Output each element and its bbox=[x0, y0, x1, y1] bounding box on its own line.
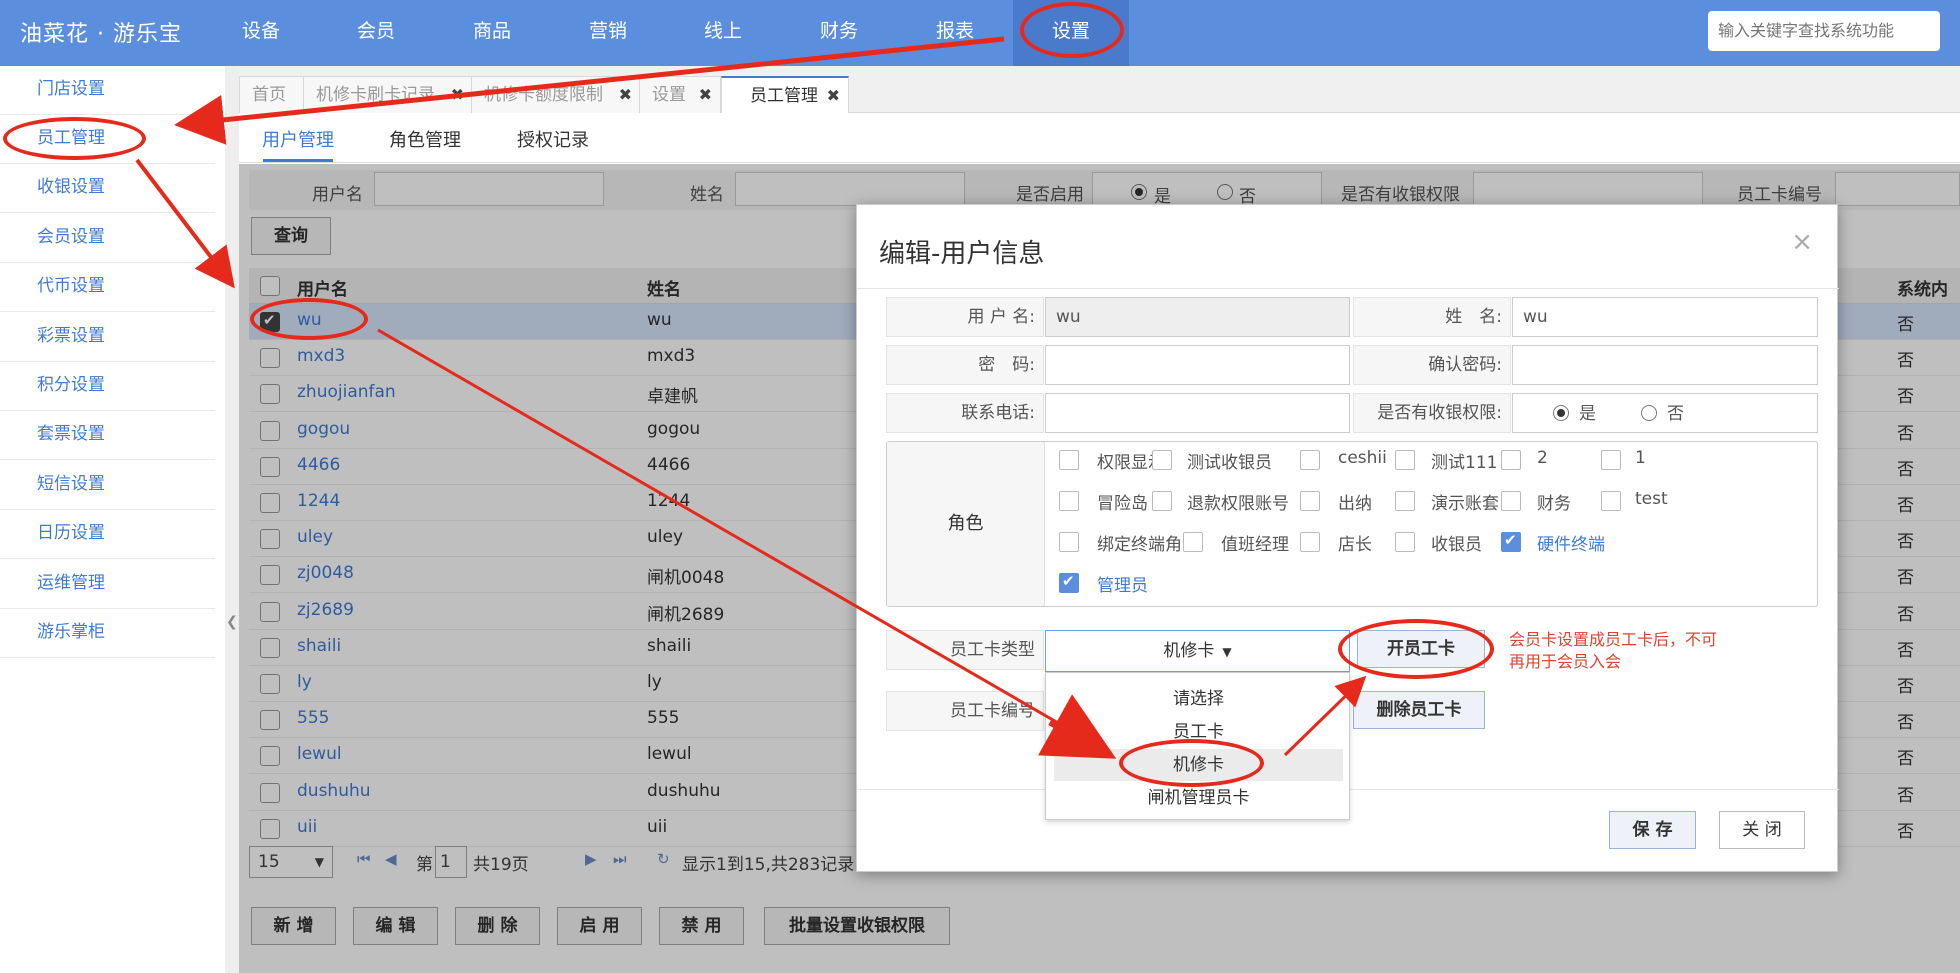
arrow-staff-to-row bbox=[135, 158, 235, 289]
arrow-settings-to-staff bbox=[174, 36, 1005, 145]
annotation-arrows bbox=[135, 36, 1367, 759]
arrow-row-to-option bbox=[1038, 694, 1117, 759]
arrow-row-thin bbox=[377, 328, 1106, 752]
arrow-option-to-button bbox=[1283, 675, 1367, 757]
